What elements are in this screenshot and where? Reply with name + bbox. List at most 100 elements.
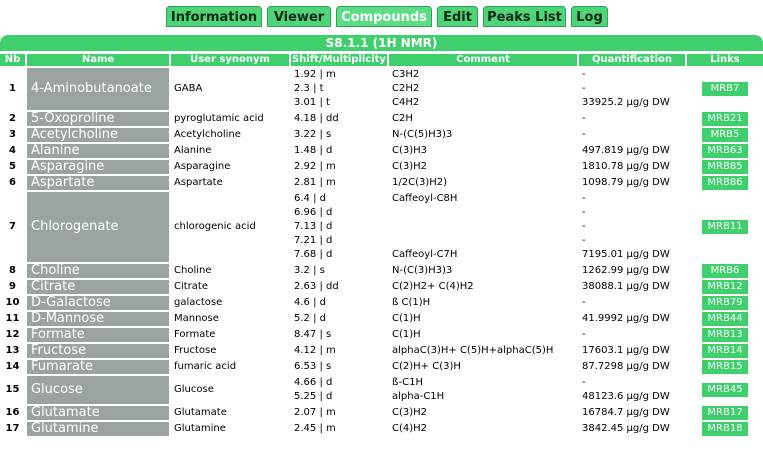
quantification: 17603.1 µg/g DW: [579, 344, 685, 358]
mrb-link-button[interactable]: MRB21: [702, 112, 748, 126]
col-shift-header: Shift/Multiplicity: [291, 54, 387, 66]
table-row: 1 4-Aminobutanoate GABA 1.92 | m 2.3 | t 3.01…: [0, 68, 763, 110]
quantification: 16784.7 µg/g DW: [579, 406, 685, 420]
quantification-line: 87.7298 µg/g DW: [582, 361, 670, 372]
comment-line: C(1)H: [392, 329, 421, 340]
compound-name: Glutamine: [27, 422, 169, 436]
mrb-link-button[interactable]: MRB44: [702, 312, 748, 326]
user-synonym: fumaric acid: [171, 360, 289, 374]
shift-multiplicity: 6.4 | d 6.96 | d 7.13 | d 7.21 | d 7.68 | d: [291, 192, 387, 262]
mrb-link-button[interactable]: MRB45: [702, 383, 748, 397]
compound-name: Aspartate: [27, 176, 169, 190]
comment-line: [392, 206, 574, 220]
shift-multiplicity-line: 6.96 | d: [294, 207, 333, 218]
comment: ß-C1H alpha-C1H: [389, 376, 577, 404]
shift-multiplicity: 5.2 | d: [291, 312, 387, 326]
mrb-link-button[interactable]: MRB5: [702, 128, 748, 142]
table-row: 14 Fumarate fumaric acid 6.53 | s C(2)H+ C(3…: [0, 360, 763, 374]
comment-line: C(4)H2: [392, 423, 428, 434]
user-synonym: pyroglutamic acid: [171, 112, 289, 126]
comment-line: C(2)H2+ C(4)H2: [392, 281, 474, 292]
row-nb: 17: [0, 422, 25, 436]
mrb-link-button[interactable]: MRB13: [702, 328, 748, 342]
links-cell: MRB5: [687, 128, 763, 142]
shift-multiplicity-line: 5.25 | d: [294, 391, 333, 402]
tab-compounds[interactable]: Compounds: [336, 6, 432, 27]
shift-multiplicity: 8.47 | s: [291, 328, 387, 342]
table-row: 2 5-Oxoproline pyroglutamic acid 4.18 | dd C…: [0, 112, 763, 126]
compound-name: Asparagine: [27, 160, 169, 174]
comment-line: alpha-C1H: [392, 391, 445, 402]
section-title: S8.1.1 (1H NMR): [0, 35, 763, 51]
user-synonym: chlorogenic acid: [171, 192, 289, 262]
mrb-link-button[interactable]: MRB11: [702, 220, 748, 234]
comment: C3H2 C2H2 C4H2: [389, 68, 577, 110]
links-cell: MRB13: [687, 328, 763, 342]
quantification-line: -: [582, 297, 586, 308]
tab-edit[interactable]: Edit: [437, 6, 478, 27]
comment: C(3)H3: [389, 144, 577, 158]
mrb-link-button[interactable]: MRB18: [702, 422, 748, 436]
links-cell: MRB14: [687, 344, 763, 358]
shift-multiplicity-line: 5.2 | d: [294, 313, 326, 324]
mrb-link-button[interactable]: MRB15: [702, 360, 748, 374]
mrb-link-button[interactable]: MRB63: [702, 144, 748, 158]
row-nb: 16: [0, 406, 25, 420]
links-cell: MRB86: [687, 176, 763, 190]
quantification-line: 16784.7 µg/g DW: [582, 407, 670, 418]
table-row: 9 Citrate Citrate 2.63 | dd C(2)H2+ C(4)H2 38…: [0, 280, 763, 294]
comment: C2H: [389, 112, 577, 126]
quantification-line: -: [582, 377, 586, 388]
tab-viewer[interactable]: Viewer: [267, 6, 331, 27]
row-nb: 14: [0, 360, 25, 374]
mrb-link-button[interactable]: MRB7: [702, 82, 748, 96]
compound-name: 4-Aminobutanoate: [27, 68, 169, 110]
col-links-header: Links: [687, 54, 763, 66]
comment-line: 1/2C(3)H2): [392, 177, 448, 188]
shift-multiplicity-line: 1.48 | d: [294, 145, 333, 156]
mrb-link-button[interactable]: MRB14: [702, 344, 748, 358]
comment-line: C(3)H2: [392, 407, 428, 418]
quantification-line: 7195.01 µg/g DW: [582, 249, 670, 260]
mrb-link-button[interactable]: MRB12: [702, 280, 748, 294]
quantification: -: [579, 296, 685, 310]
comment-line: Caffeoyl-C8H: [392, 193, 458, 204]
shift-multiplicity: 4.66 | d 5.25 | d: [291, 376, 387, 404]
shift-multiplicity-line: 2.81 | m: [294, 177, 336, 188]
tab-log[interactable]: Log: [571, 6, 608, 27]
row-nb: 15: [0, 376, 25, 404]
user-synonym: Glucose: [171, 376, 289, 404]
links-cell: MRB6: [687, 264, 763, 278]
mrb-link-button[interactable]: MRB86: [702, 176, 748, 190]
table-row: 17 Glutamine Glutamine 2.45 | m C(4)H2 3842.4…: [0, 422, 763, 436]
shift-multiplicity: 2.63 | dd: [291, 280, 387, 294]
mrb-link-button[interactable]: MRB79: [702, 296, 748, 310]
quantification-line: -: [582, 129, 586, 140]
table-row: 16 Glutamate Glutamate 2.07 | m C(3)H2 16784.…: [0, 406, 763, 420]
comment-line: ß-C1H: [392, 377, 423, 388]
shift-multiplicity-line: 4.12 | m: [294, 345, 336, 356]
links-cell: MRB15: [687, 360, 763, 374]
quantification: 1098.79 µg/g DW: [579, 176, 685, 190]
mrb-link-button[interactable]: MRB6: [702, 264, 748, 278]
tab-information[interactable]: Information: [166, 6, 262, 27]
mrb-link-button[interactable]: MRB85: [702, 160, 748, 174]
shift-multiplicity-line: 8.47 | s: [294, 329, 332, 340]
shift-multiplicity-line: 1.92 | m: [294, 69, 336, 80]
shift-multiplicity-line: 7.21 | d: [294, 235, 333, 246]
comment: Caffeoyl-C8H Caffeoyl-C7H: [389, 192, 577, 262]
table-row: 11 D-Mannose Mannose 5.2 | d C(1)H 41.9992 µg…: [0, 312, 763, 326]
comment-line: alphaC(3)H+ C(5)H+alphaC(5)H: [392, 345, 554, 356]
tab-peaks-list[interactable]: Peaks List: [483, 6, 566, 27]
comment: 1/2C(3)H2): [389, 176, 577, 190]
row-nb: 6: [0, 176, 25, 190]
quantification: -: [579, 328, 685, 342]
user-synonym: Glutamine: [171, 422, 289, 436]
row-nb: 4: [0, 144, 25, 158]
comment-line: [392, 220, 574, 234]
comment-line: N-(C(3)H3)3: [392, 265, 453, 276]
quantification: 38088.1 µg/g DW: [579, 280, 685, 294]
table-row: 3 Acetylcholine Acetylcholine 3.22 | s N-(C(…: [0, 128, 763, 142]
quantification-line: 48123.6 µg/g DW: [582, 391, 670, 402]
mrb-link-button[interactable]: MRB17: [702, 406, 748, 420]
